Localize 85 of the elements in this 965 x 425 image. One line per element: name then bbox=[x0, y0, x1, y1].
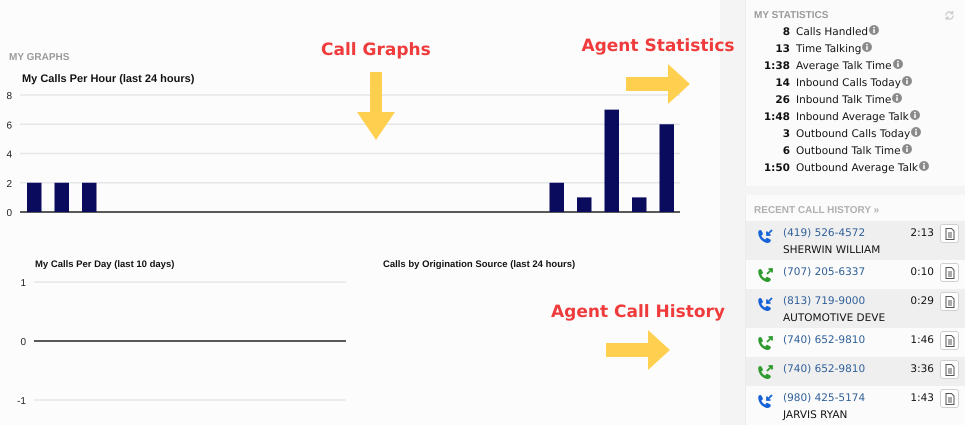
stat-value: 14 bbox=[774, 76, 791, 91]
caller-name: SHERWIN WILLIAM bbox=[783, 244, 882, 256]
document-icon bbox=[944, 364, 954, 376]
notes-button[interactable] bbox=[940, 389, 959, 408]
call-duration: 1:43 bbox=[910, 392, 934, 404]
phone-number-link[interactable]: (980) 425-5174 bbox=[783, 392, 910, 404]
info-icon[interactable] bbox=[902, 144, 912, 154]
annotation-label: Agent Statistics bbox=[581, 36, 735, 56]
caller-name: AUTOMOTIVE DEVE bbox=[783, 312, 886, 324]
info-icon[interactable] bbox=[911, 127, 922, 137]
stat-value: 1:50 bbox=[762, 161, 791, 176]
stat-label: Calls Handled bbox=[796, 25, 868, 40]
bar bbox=[54, 182, 69, 212]
stat-label: Average Talk Time bbox=[796, 59, 892, 74]
axis-tick-label: 0 bbox=[20, 337, 26, 348]
info-icon[interactable] bbox=[919, 161, 930, 171]
stat-value: 13 bbox=[774, 42, 791, 57]
stat-label: Inbound Average Talk bbox=[796, 110, 909, 125]
down-arrow-icon bbox=[356, 72, 395, 140]
incoming-call-icon bbox=[756, 228, 774, 246]
info-icon[interactable] bbox=[869, 25, 880, 35]
axis-tick-label: 8 bbox=[6, 91, 12, 102]
section-heading: MY STATISTICS bbox=[753, 10, 828, 21]
notes-button[interactable] bbox=[940, 360, 959, 379]
info-icon[interactable] bbox=[910, 110, 920, 120]
annotation-label: Call Graphs bbox=[321, 40, 431, 60]
axis-tick-label: 0 bbox=[6, 208, 12, 219]
axis-tick-label: 6 bbox=[6, 120, 12, 132]
bar bbox=[550, 182, 564, 212]
stat-label: Time Talking bbox=[796, 42, 862, 57]
stat-label: Inbound Talk Time bbox=[796, 93, 892, 108]
axis-tick-label: 1 bbox=[20, 278, 26, 289]
outgoing-call-icon bbox=[756, 364, 774, 382]
incoming-call-icon bbox=[756, 296, 774, 314]
bar bbox=[82, 182, 96, 212]
chart-title: My Calls Per Hour (last 24 hours) bbox=[22, 73, 196, 85]
info-icon[interactable] bbox=[902, 76, 912, 86]
bar bbox=[577, 197, 592, 212]
info-icon[interactable] bbox=[892, 93, 902, 103]
bar bbox=[632, 197, 646, 212]
stat-value: 3 bbox=[782, 127, 791, 142]
annotation-label: Agent Call History bbox=[551, 302, 725, 322]
stat-label: Outbound Calls Today bbox=[796, 127, 910, 142]
stat-value: 8 bbox=[782, 25, 791, 40]
stat-value: 6 bbox=[782, 144, 791, 159]
document-icon bbox=[944, 228, 954, 240]
document-icon bbox=[944, 266, 954, 278]
info-icon[interactable] bbox=[892, 59, 903, 69]
caller-name: JARVIS RYAN bbox=[783, 409, 848, 421]
right-arrow-icon bbox=[626, 64, 690, 104]
incoming-call-icon bbox=[756, 393, 774, 411]
phone-number-link[interactable]: (419) 526-4572 bbox=[783, 227, 910, 239]
right-arrow-icon bbox=[606, 330, 670, 370]
outgoing-call-icon bbox=[756, 267, 774, 285]
axis-tick-label: 4 bbox=[6, 150, 12, 160]
stat-value: 1:48 bbox=[762, 110, 791, 125]
stat-label: Outbound Talk Time bbox=[796, 144, 901, 159]
call-duration: 0:10 bbox=[910, 266, 934, 278]
axis-tick-label: -1 bbox=[17, 396, 26, 407]
phone-number-link[interactable]: (740) 652-9810 bbox=[783, 334, 910, 346]
info-icon[interactable] bbox=[862, 42, 872, 52]
phone-number-link[interactable]: (813) 719-9000 bbox=[783, 295, 910, 307]
notes-button[interactable] bbox=[940, 331, 959, 350]
bar bbox=[27, 182, 42, 212]
call-duration: 2:13 bbox=[910, 227, 934, 239]
call-duration: 0:29 bbox=[910, 295, 934, 307]
document-icon bbox=[944, 296, 954, 308]
notes-button[interactable] bbox=[940, 263, 959, 282]
axis-tick-label: 2 bbox=[6, 178, 12, 190]
stat-value: 26 bbox=[774, 93, 791, 108]
section-heading: MY GRAPHS bbox=[8, 52, 70, 63]
outgoing-call-icon bbox=[756, 335, 774, 353]
phone-number-link[interactable]: (707) 205-6337 bbox=[783, 266, 910, 278]
notes-button[interactable] bbox=[940, 224, 959, 243]
notes-button[interactable] bbox=[940, 292, 959, 311]
stat-label: Outbound Average Talk bbox=[796, 161, 918, 176]
stat-value: 1:38 bbox=[762, 59, 791, 74]
stat-label: Inbound Calls Today bbox=[796, 76, 901, 91]
call-duration: 1:46 bbox=[910, 334, 934, 346]
phone-number-link[interactable]: (740) 652-9810 bbox=[783, 363, 910, 375]
chart-title: Calls by Origination Source (last 24 hours) bbox=[383, 259, 576, 270]
document-icon bbox=[944, 334, 954, 346]
document-icon bbox=[944, 392, 954, 404]
chart-title: My Calls Per Day (last 10 days) bbox=[35, 259, 176, 270]
call-duration: 3:36 bbox=[910, 363, 934, 375]
